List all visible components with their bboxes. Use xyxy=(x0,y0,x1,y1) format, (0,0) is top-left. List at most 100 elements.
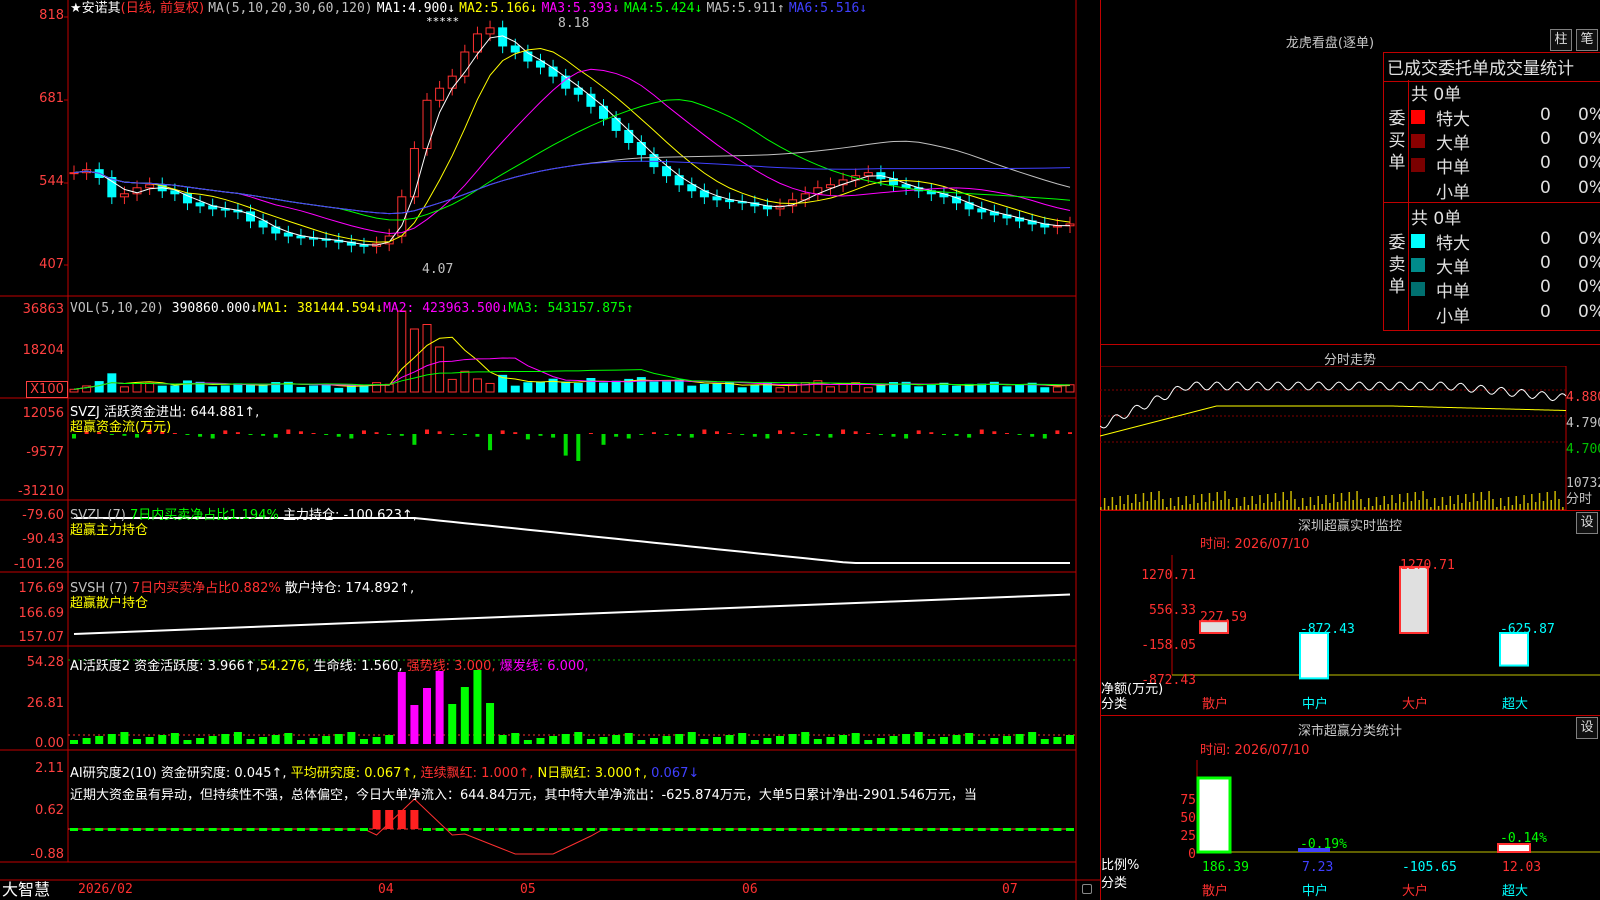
activity-bar xyxy=(271,735,280,744)
svzl-axis-label: -79.60 xyxy=(22,508,64,523)
research-bar xyxy=(511,828,520,831)
volume-bar xyxy=(1002,386,1012,393)
svzj-bar xyxy=(916,430,921,434)
ma-params: MA(5,10,20,30,60,120) xyxy=(208,1,373,16)
activity-bar xyxy=(801,732,810,744)
low-price-label: 4.07 xyxy=(422,262,454,277)
candle-body xyxy=(977,208,987,213)
sz-y-title: 净额(万元) xyxy=(1101,682,1164,697)
candle-body xyxy=(636,142,646,156)
svzj-bar xyxy=(185,434,190,435)
volume-bar xyxy=(460,370,470,393)
research-bar xyxy=(1053,828,1062,831)
sz-settings-button[interactable]: 设 xyxy=(1576,512,1598,534)
ai1-axis-label: 26.81 xyxy=(26,696,64,711)
intraday-volume-bar xyxy=(1499,498,1502,510)
activity-bar xyxy=(410,705,419,744)
vol-unit-label[interactable]: X100 xyxy=(26,381,68,398)
bar-view-button[interactable]: 柱 xyxy=(1550,29,1572,51)
activity-bar xyxy=(221,734,230,744)
ss-settings-button[interactable]: 设 xyxy=(1576,717,1598,739)
intraday-volume-bar xyxy=(1134,494,1137,510)
sz-cat: 中户 xyxy=(1302,697,1329,712)
research-bar xyxy=(549,828,558,831)
volume-bar xyxy=(170,385,180,393)
ai2-axis-label: -0.88 xyxy=(30,847,64,862)
svsh-axis-label: 166.69 xyxy=(18,606,65,621)
intraday-volume-bar xyxy=(1162,499,1164,510)
activity-bar xyxy=(1053,737,1062,744)
activity-bar xyxy=(965,733,974,744)
research-bar xyxy=(536,828,545,831)
research-bar xyxy=(738,828,747,831)
intraday-volume-bar xyxy=(1193,495,1195,510)
intraday-volume-bar xyxy=(1228,499,1230,510)
intraday-chart[interactable] xyxy=(1100,366,1600,510)
intraday-volume-bar xyxy=(1356,491,1358,510)
activity-bar xyxy=(107,734,116,744)
activity-bar xyxy=(523,740,532,744)
candle-body xyxy=(447,75,457,89)
intraday-volume-bar xyxy=(1208,493,1211,510)
ss-axis-label: 0 xyxy=(1188,847,1196,862)
svzj-axis-label: -31210 xyxy=(17,484,64,499)
sz-axis-label: 1270.71 xyxy=(1141,568,1196,583)
activity-bar xyxy=(233,732,242,744)
activity-bar xyxy=(133,739,142,744)
candle-body xyxy=(182,193,192,204)
volume-bar xyxy=(977,383,987,393)
intraday-price-line xyxy=(1100,381,1567,429)
star-icon[interactable]: ★ xyxy=(70,1,82,16)
svzj-bar xyxy=(450,434,455,435)
svzj-bar xyxy=(929,432,934,434)
research-bar xyxy=(763,828,772,831)
intraday-volume-bar xyxy=(1270,502,1273,510)
lock-icon[interactable] xyxy=(1082,884,1092,894)
research-bar xyxy=(902,828,911,831)
svzj-bar xyxy=(576,434,581,461)
svzj-bar xyxy=(979,429,984,434)
tick-view-button[interactable]: 笔 xyxy=(1576,29,1598,51)
intraday-volume-bar xyxy=(1294,499,1296,510)
intraday-volume-bar xyxy=(1243,497,1246,510)
sz-time: 时间: 2026/07/10 xyxy=(1200,537,1310,552)
svzj-bar xyxy=(349,434,354,439)
research-bar xyxy=(208,828,217,831)
activity-bar xyxy=(826,737,835,744)
svzj-bar xyxy=(727,433,732,434)
candle-body xyxy=(397,196,407,237)
svzj-bar xyxy=(803,434,808,435)
svzj-bar xyxy=(538,434,543,436)
sz-cat: 超大 xyxy=(1502,697,1529,712)
intraday-tab[interactable]: 分时 xyxy=(1566,492,1592,507)
ss-axis-label: 50 xyxy=(1180,811,1196,826)
svzj-bar xyxy=(626,434,631,439)
intraday-volume-bar xyxy=(1266,494,1269,510)
volume-bar xyxy=(1040,387,1050,393)
volume-bar xyxy=(309,385,319,393)
activity-bar xyxy=(170,733,179,744)
sell-row-value: 0 xyxy=(1540,302,1551,322)
activity-bar xyxy=(914,732,923,744)
ma-line xyxy=(73,48,1071,243)
svzj-bar xyxy=(210,434,215,439)
candle-body xyxy=(107,177,117,198)
candle-body xyxy=(359,244,369,247)
sell-l-color xyxy=(1411,258,1425,272)
date-axis-label: 05 xyxy=(520,882,536,897)
svzj-bar xyxy=(614,434,619,437)
main-chart-area[interactable] xyxy=(0,0,1100,900)
date-axis-label: 04 xyxy=(378,882,394,897)
intraday-volume-bar xyxy=(1224,491,1226,510)
period-label[interactable]: (日线, 前复权) xyxy=(121,1,204,16)
volume-bar xyxy=(573,382,583,393)
intraday-volume-bar xyxy=(1329,503,1331,510)
volume-bar xyxy=(952,385,962,393)
sell-m-color xyxy=(1411,282,1425,296)
intraday-volume-bar xyxy=(1150,492,1152,510)
candle-body xyxy=(485,27,495,35)
activity-bar xyxy=(309,738,318,744)
intraday-volume-bar xyxy=(1142,493,1145,510)
activity-bar xyxy=(511,733,520,744)
activity-bar xyxy=(750,740,759,744)
